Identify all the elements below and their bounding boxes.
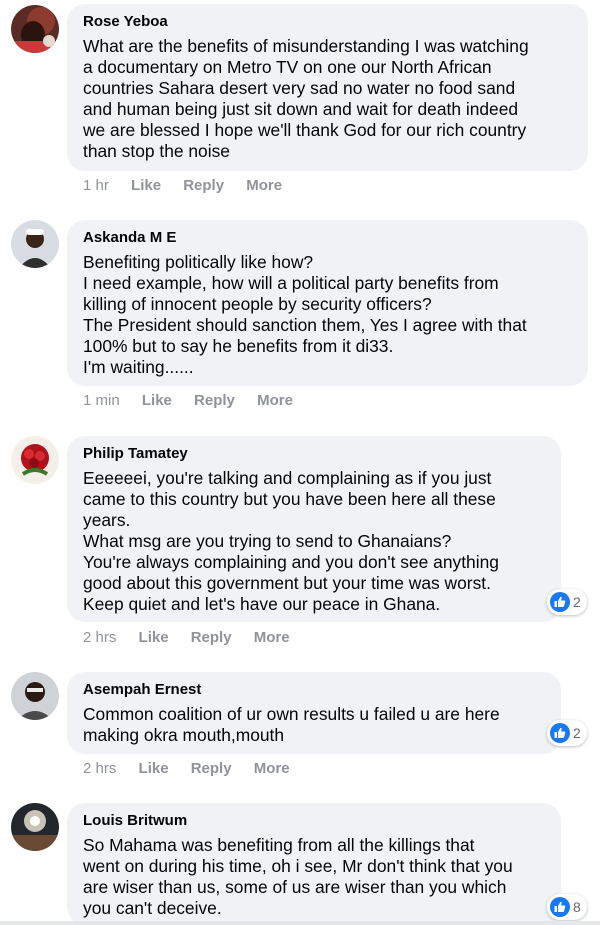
comment-actions: 2 hrs Like Reply More — [83, 760, 308, 778]
like-thumb-icon — [550, 592, 570, 612]
comment-actions: 2 hrs Like Reply More — [83, 629, 308, 647]
comment-text: What are the benefits of misunderstandin… — [83, 36, 529, 161]
like-thumb-icon — [550, 897, 570, 917]
like-button[interactable]: Like — [131, 177, 161, 194]
comment-bubble: Rose Yeboa What are the benefits of misu… — [67, 4, 588, 171]
comment-time[interactable]: 1 min — [83, 392, 120, 409]
reaction-count: 2 — [573, 594, 581, 610]
comment-text: Eeeeeei, you're talking and complaining … — [83, 468, 499, 614]
comment-time[interactable]: 2 hrs — [83, 629, 116, 646]
avatar[interactable] — [11, 220, 59, 268]
avatar[interactable] — [11, 672, 59, 720]
comment-bubble: Askanda M E Benefiting politically like … — [67, 220, 588, 386]
comment-author[interactable]: Asempah Ernest — [83, 681, 545, 699]
reaction-badge[interactable]: 8 — [547, 894, 587, 920]
comment-actions: 1 hr Like Reply More — [83, 177, 300, 195]
avatar[interactable] — [11, 803, 59, 851]
comment-actions: 1 min Like Reply More — [83, 392, 311, 410]
comment-author[interactable]: Philip Tamatey — [83, 445, 545, 463]
reply-button[interactable]: Reply — [183, 177, 224, 194]
reaction-count: 8 — [573, 899, 581, 915]
comment-text: Common coalition of ur own results u fai… — [83, 704, 500, 745]
reply-button[interactable]: Reply — [191, 760, 232, 777]
more-button[interactable]: More — [257, 392, 293, 409]
comment-text: So Mahama was benefiting from all the ki… — [83, 835, 513, 918]
more-button[interactable]: More — [246, 177, 282, 194]
avatar[interactable] — [11, 436, 59, 484]
more-button[interactable]: More — [254, 760, 290, 777]
like-thumb-icon — [550, 723, 570, 743]
comment-author[interactable]: Louis Britwum — [83, 812, 545, 830]
like-button[interactable]: Like — [139, 760, 169, 777]
like-button[interactable]: Like — [142, 392, 172, 409]
bottom-divider — [0, 921, 600, 925]
avatar[interactable] — [11, 5, 59, 53]
reaction-badge[interactable]: 2 — [547, 589, 587, 615]
comment-author[interactable]: Rose Yeboa — [83, 13, 572, 31]
comment-author[interactable]: Askanda M E — [83, 229, 572, 247]
comment-bubble: Asempah Ernest Common coalition of ur ow… — [67, 672, 561, 754]
reaction-count: 2 — [573, 725, 581, 741]
reaction-badge[interactable]: 2 — [547, 720, 587, 746]
comment-time[interactable]: 2 hrs — [83, 760, 116, 777]
like-button[interactable]: Like — [139, 629, 169, 646]
comment-text: Benefiting politically like how? I need … — [83, 252, 527, 377]
comment-time[interactable]: 1 hr — [83, 177, 109, 194]
reply-button[interactable]: Reply — [191, 629, 232, 646]
comment-bubble: Louis Britwum So Mahama was benefiting f… — [67, 803, 561, 925]
reply-button[interactable]: Reply — [194, 392, 235, 409]
more-button[interactable]: More — [254, 629, 290, 646]
comment-bubble: Philip Tamatey Eeeeeei, you're talking a… — [67, 436, 561, 622]
